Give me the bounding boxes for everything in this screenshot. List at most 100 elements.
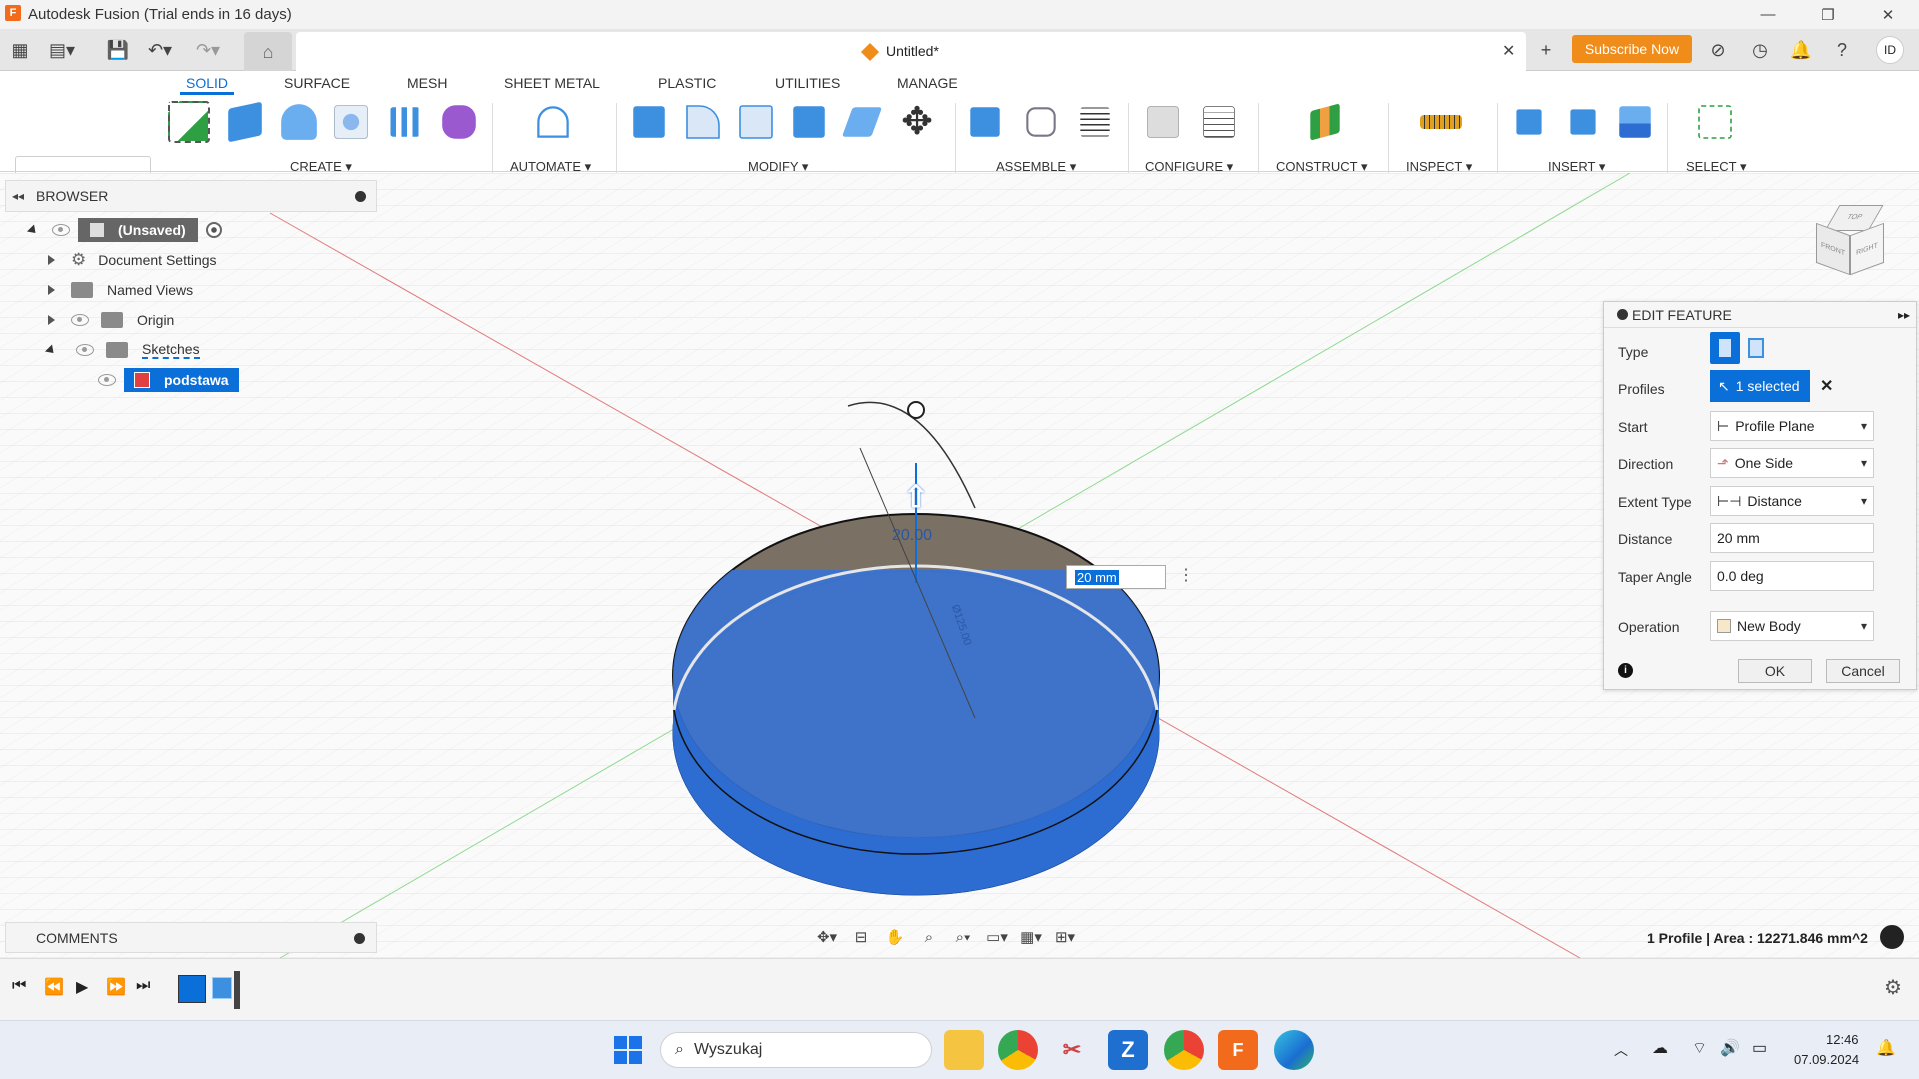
create-sketch-icon[interactable] [168,101,210,143]
type-solid-button[interactable] [1710,332,1740,364]
tree-root[interactable]: (Unsaved) [26,216,222,244]
visibility-eye-icon[interactable] [71,314,89,326]
home-tab[interactable]: ⌂ [244,32,292,72]
file-explorer-icon[interactable] [944,1030,984,1070]
fit-icon[interactable]: ⌕▾ [951,926,975,948]
save-icon[interactable]: 💾 [104,36,132,64]
add-comment-icon[interactable] [354,933,365,944]
file-menu-icon[interactable]: ▤▾ [48,36,76,64]
operation-select[interactable]: New Body [1710,611,1874,641]
insert-mcmaster-icon[interactable] [1570,109,1596,135]
taper-handle-icon[interactable] [907,401,925,419]
direction-select[interactable]: ⬏ One Side [1710,448,1874,478]
clock-date[interactable]: 07.09.2024 [1794,1052,1859,1067]
viewports-icon[interactable]: ⊞▾ [1053,926,1077,948]
z-app-icon[interactable]: Z [1108,1030,1148,1070]
timeline-sketch-icon[interactable] [178,975,206,1003]
fillet-icon[interactable] [686,105,720,139]
combine-icon[interactable] [793,106,825,138]
tree-item-document-settings[interactable]: ⚙ Document Settings [48,246,217,274]
distance-arrow-icon[interactable]: ⇧ [901,481,931,515]
expand-root-icon[interactable] [26,223,40,237]
close-tab-icon[interactable]: ✕ [1502,41,1515,61]
visibility-eye-icon[interactable] [76,344,94,356]
timeline-marker[interactable] [234,971,240,1009]
visibility-eye-icon[interactable] [98,374,116,386]
tab-sheet-metal[interactable]: SHEET METAL [504,75,600,91]
revolve-icon[interactable] [281,104,317,140]
tree-item-sketches[interactable]: Sketches [44,336,200,364]
start-icon[interactable] [608,1030,648,1070]
tab-surface[interactable]: SURFACE [284,75,350,91]
expand-icon[interactable] [48,315,55,325]
battery-icon[interactable]: ▭ [1752,1038,1767,1058]
step-back-icon[interactable]: ⏪ [44,977,64,997]
tab-utilities[interactable]: UTILITIES [775,75,840,91]
play-icon[interactable]: ▶ [76,977,88,997]
fusion-app-icon[interactable]: F [1218,1030,1258,1070]
tree-item-sketch[interactable]: podstawa [98,366,239,394]
apps-grid-icon[interactable]: ▦ [6,36,34,64]
undo-icon[interactable]: ↶▾ [146,36,174,64]
canvas-image-icon[interactable] [1619,106,1651,138]
shell-icon[interactable] [739,105,773,139]
ok-button[interactable]: OK [1738,659,1812,683]
volume-icon[interactable]: 🔊 [1720,1038,1740,1058]
notification-bell-icon[interactable]: 🔔 [1876,1038,1896,1058]
distance-input[interactable]: 20 mm [1066,565,1166,589]
extent-type-select[interactable]: ⊢⊣ Distance [1710,486,1874,516]
automate-icon[interactable] [537,106,569,138]
snipping-tool-icon[interactable]: ✂ [1052,1030,1092,1070]
expand-panel-icon[interactable]: ▸▸ [1898,308,1910,322]
expand-icon[interactable] [48,285,55,295]
tray-chevron-icon[interactable]: ︿ [1614,1040,1628,1060]
measure-icon[interactable] [1420,115,1462,129]
joint-icon[interactable] [1026,107,1056,137]
display-mode-icon[interactable]: ▭▾ [985,926,1009,948]
look-at-icon[interactable]: ⊟ [849,926,873,948]
job-status-icon[interactable]: ◷ [1746,36,1774,64]
collapse-icon[interactable] [44,343,58,357]
tab-plastic[interactable]: PLASTIC [658,75,716,91]
document-tab[interactable]: Untitled* ✕ [296,32,1526,72]
browser-pin-icon[interactable] [355,190,366,202]
new-component-icon[interactable] [970,107,1000,137]
activate-radio-icon[interactable] [205,222,222,238]
more-options-icon[interactable]: ⋮ [1178,565,1194,585]
construct-plane-icon[interactable] [1310,103,1340,141]
profiles-selection[interactable]: ↖ 1 selected [1710,370,1810,402]
minimize-button[interactable]: — [1740,0,1796,29]
orbit-icon[interactable]: ✥▾ [815,926,839,948]
grid-icon[interactable]: ▦▾ [1019,926,1043,948]
pan-icon[interactable]: ✋ [883,926,907,948]
start-select[interactable]: ⊢ Profile Plane [1710,411,1874,441]
cancel-button[interactable]: Cancel [1826,659,1900,683]
onedrive-icon[interactable]: ☁ [1652,1038,1668,1058]
viewcube[interactable]: TOP FRONT RIGHT [1810,203,1890,283]
visibility-eye-icon[interactable] [52,224,70,236]
hole-icon[interactable] [334,105,368,139]
timeline-settings-icon[interactable]: ⚙ [1884,975,1902,1000]
type-thin-button[interactable] [1748,338,1764,358]
clock-time[interactable]: 12:46 [1826,1032,1859,1047]
info-icon[interactable]: i [1618,663,1633,678]
wifi-icon[interactable]: ⌔ [1692,1038,1707,1058]
chrome-icon[interactable] [998,1030,1038,1070]
close-window-button[interactable]: ✕ [1860,0,1916,29]
distance-field[interactable]: 20 mm [1710,523,1874,553]
tree-item-named-views[interactable]: Named Views [48,276,193,304]
bom-icon[interactable] [1080,107,1110,137]
taper-angle-field[interactable]: 0.0 deg [1710,561,1874,591]
clear-selection-icon[interactable]: ✕ [1820,376,1833,396]
expand-icon[interactable] [48,255,55,265]
selected-sketch[interactable]: podstawa [124,368,239,392]
chrome-profile-icon[interactable] [1164,1030,1204,1070]
display-settings-icon[interactable] [1880,925,1904,949]
tree-item-origin[interactable]: Origin [48,306,174,334]
subscribe-button[interactable]: Subscribe Now [1572,35,1692,63]
pattern-icon[interactable] [390,107,420,137]
extrude-icon[interactable] [228,101,262,143]
tab-manage[interactable]: MANAGE [897,75,958,91]
user-avatar[interactable]: ID [1876,36,1904,64]
tab-mesh[interactable]: MESH [407,75,447,91]
